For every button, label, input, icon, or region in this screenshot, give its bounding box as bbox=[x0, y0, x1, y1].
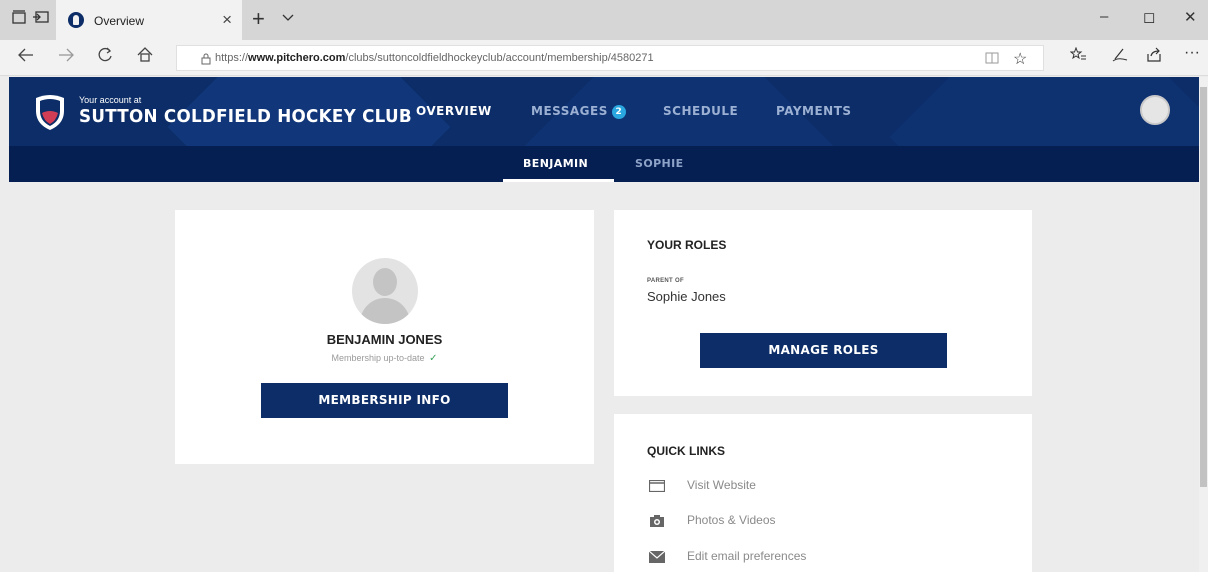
close-window-button[interactable]: ✕ bbox=[1184, 8, 1197, 26]
quick-link-label: Photos & Videos bbox=[687, 513, 776, 527]
club-crest-icon[interactable] bbox=[33, 93, 67, 131]
home-icon[interactable] bbox=[137, 47, 153, 67]
membership-info-button[interactable]: MEMBERSHIP INFO bbox=[261, 383, 508, 418]
member-name: BENJAMIN JONES bbox=[326, 332, 443, 347]
favorite-star-icon[interactable]: ☆ bbox=[1013, 49, 1027, 69]
nav-payments[interactable]: PAYMENTS bbox=[776, 104, 852, 118]
reading-view-icon[interactable] bbox=[985, 52, 999, 67]
member-subnav: BENJAMIN SOPHIE bbox=[9, 146, 1199, 182]
url-text: https://www.pitchero.com/clubs/suttoncol… bbox=[215, 52, 654, 64]
avatar-body bbox=[360, 298, 410, 324]
quick-link-photos-videos[interactable]: Photos & Videos bbox=[647, 511, 947, 531]
membership-status-text: Membership up-to-date bbox=[331, 353, 425, 363]
camera-icon bbox=[649, 514, 665, 527]
refresh-icon[interactable] bbox=[98, 47, 113, 67]
child-name: Sophie Jones bbox=[647, 289, 726, 304]
more-icon[interactable]: ··· bbox=[1184, 44, 1200, 62]
tab-sophie[interactable]: SOPHIE bbox=[635, 157, 684, 170]
manage-roles-button[interactable]: MANAGE ROLES bbox=[700, 333, 947, 368]
maximize-button[interactable]: ◻ bbox=[1143, 8, 1155, 26]
forward-icon[interactable] bbox=[58, 47, 74, 67]
quick-link-label: Edit email preferences bbox=[687, 549, 807, 563]
lock-icon bbox=[201, 52, 211, 65]
browser-toolbar: https://www.pitchero.com/clubs/suttoncol… bbox=[0, 40, 1208, 76]
active-tab-underline bbox=[503, 179, 614, 182]
nav-overview[interactable]: OVERVIEW bbox=[416, 104, 492, 118]
browser-tab[interactable]: Overview × bbox=[56, 0, 242, 40]
tab-benjamin[interactable]: BENJAMIN bbox=[523, 157, 588, 170]
address-bar[interactable]: https://www.pitchero.com/clubs/suttoncol… bbox=[176, 45, 1044, 71]
messages-count-badge: 2 bbox=[611, 105, 626, 119]
scrollbar-thumb[interactable] bbox=[1200, 87, 1207, 487]
envelope-icon bbox=[648, 550, 666, 563]
tab-title: Overview bbox=[94, 14, 145, 28]
membership-status: Membership up-to-date ✓ bbox=[175, 353, 594, 364]
tab-close-icon[interactable]: × bbox=[222, 11, 232, 29]
tab-menu-chevron-icon[interactable] bbox=[282, 10, 294, 22]
nav-schedule[interactable]: SCHEDULE bbox=[663, 104, 738, 118]
club-name[interactable]: SUTTON COLDFIELD HOCKEY CLUB bbox=[79, 106, 412, 127]
back-icon[interactable] bbox=[18, 47, 34, 67]
nav-messages-label: MESSAGES bbox=[531, 104, 608, 118]
quick-link-label: Visit Website bbox=[687, 478, 756, 492]
profile-card: BENJAMIN JONES Membership up-to-date ✓ M… bbox=[175, 210, 594, 464]
user-avatar[interactable] bbox=[1140, 95, 1170, 125]
pen-icon[interactable] bbox=[1112, 47, 1128, 67]
browser-tab-bar: Overview × + – ◻ ✕ bbox=[0, 0, 1208, 40]
roles-card: YOUR ROLES PARENT OF Sophie Jones MANAGE… bbox=[614, 210, 1032, 396]
quick-link-visit-website[interactable]: Visit Website bbox=[647, 476, 947, 496]
minimize-button[interactable]: – bbox=[1100, 8, 1108, 25]
check-icon: ✓ bbox=[429, 353, 438, 364]
page-scrollbar[interactable] bbox=[1199, 77, 1208, 572]
tab-list-icon[interactable] bbox=[10, 10, 28, 28]
roles-heading: YOUR ROLES bbox=[647, 238, 727, 252]
pitchero-favicon-icon bbox=[68, 12, 84, 28]
nav-messages[interactable]: MESSAGES 2 bbox=[531, 104, 626, 119]
favorites-bar-icon[interactable] bbox=[1069, 46, 1086, 67]
profile-avatar bbox=[352, 258, 418, 324]
quick-links-card: QUICK LINKS Visit Website Photos & Video… bbox=[614, 414, 1032, 572]
role-label: PARENT OF bbox=[647, 278, 684, 284]
site-header: Your account at SUTTON COLDFIELD HOCKEY … bbox=[9, 77, 1199, 146]
set-aside-icon[interactable] bbox=[32, 10, 50, 28]
account-label: Your account at bbox=[79, 95, 142, 105]
quick-link-email-preferences[interactable]: Edit email preferences bbox=[647, 547, 947, 567]
avatar-head bbox=[373, 268, 397, 296]
quick-links-heading: QUICK LINKS bbox=[647, 444, 725, 458]
website-icon bbox=[648, 479, 666, 493]
new-tab-button[interactable]: + bbox=[252, 6, 265, 32]
share-icon[interactable] bbox=[1146, 47, 1162, 67]
